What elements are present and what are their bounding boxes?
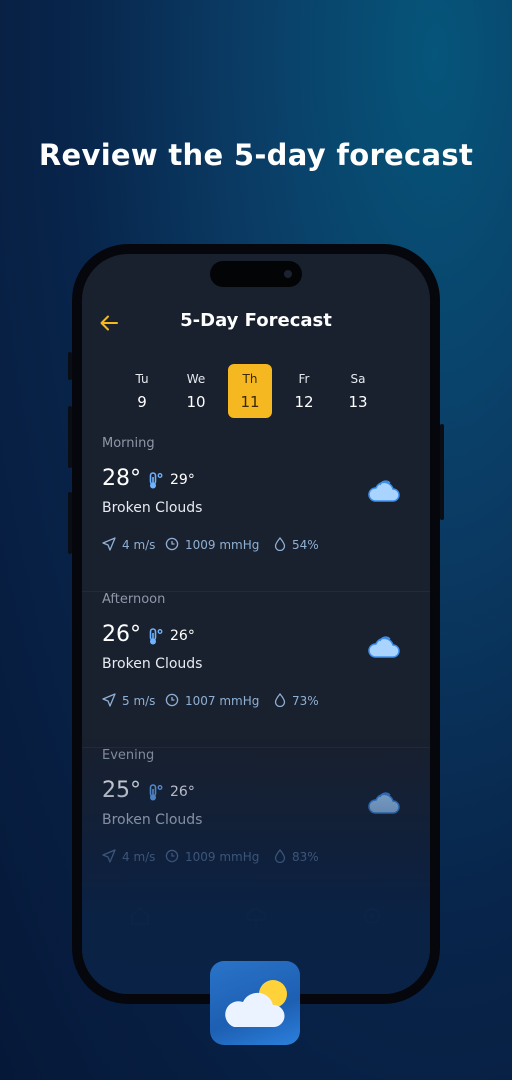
humidity: 73% xyxy=(292,694,319,708)
droplet-icon xyxy=(274,537,286,551)
temperature: 26° xyxy=(102,622,141,647)
navigation-arrow-icon xyxy=(102,537,116,551)
pressure: 1009 mmHg xyxy=(185,538,260,552)
clock-icon xyxy=(165,537,179,551)
cloud-rain-icon[interactable] xyxy=(244,904,268,928)
day-selector: Tu 9 We 10 Th 11 Fr 12 Sa 13 xyxy=(82,364,430,422)
period-label: Evening xyxy=(102,748,155,763)
cloud-icon xyxy=(368,480,400,502)
day-date: 9 xyxy=(137,393,147,411)
day-tab-fr[interactable]: Fr 12 xyxy=(282,364,326,418)
temperature: 25° xyxy=(102,778,141,803)
condition: Broken Clouds xyxy=(102,500,203,516)
condition: Broken Clouds xyxy=(102,656,203,672)
power-button xyxy=(440,424,444,520)
humidity: 83% xyxy=(292,850,319,864)
weather-stats: 4 m/s 1009 mmHg 83% xyxy=(102,848,412,866)
day-date: 12 xyxy=(294,393,314,411)
silent-switch xyxy=(68,352,72,380)
phone-screen: 5-Day Forecast Tu 9 We 10 Th 11 Fr 12 Sa… xyxy=(82,254,430,994)
day-name: Tu xyxy=(135,372,149,386)
day-tab-tu[interactable]: Tu 9 xyxy=(120,364,164,418)
day-tab-th[interactable]: Th 11 xyxy=(228,364,272,418)
clock-icon xyxy=(165,693,179,707)
weather-stats: 5 m/s 1007 mmHg 73% xyxy=(102,692,412,710)
day-tab-sa[interactable]: Sa 13 xyxy=(336,364,380,418)
cloud-icon xyxy=(368,636,400,658)
droplet-icon xyxy=(274,693,286,707)
headline: Review the 5-day forecast xyxy=(38,138,474,172)
feels-like: 29° xyxy=(170,472,195,488)
dynamic-island xyxy=(210,261,302,287)
pressure: 1009 mmHg xyxy=(185,850,260,864)
wind-speed: 4 m/s xyxy=(122,850,156,864)
thermometer-icon xyxy=(149,784,163,801)
gear-icon[interactable] xyxy=(360,904,384,928)
pressure: 1007 mmHg xyxy=(185,694,260,708)
cloud-icon xyxy=(368,792,400,814)
period-label: Morning xyxy=(102,436,155,451)
period-label: Afternoon xyxy=(102,592,166,607)
day-date: 10 xyxy=(186,393,206,411)
temperature: 28° xyxy=(102,466,141,491)
wind-speed: 4 m/s xyxy=(122,538,156,552)
day-name: We xyxy=(186,372,206,386)
volume-down-button xyxy=(68,492,72,554)
bottom-nav xyxy=(82,900,430,940)
day-date: 11 xyxy=(240,393,260,411)
day-tab-we[interactable]: We 10 xyxy=(174,364,218,418)
thermometer-icon xyxy=(149,628,163,645)
day-name: Th xyxy=(242,372,258,386)
wind-speed: 5 m/s xyxy=(122,694,156,708)
page-title: 5-Day Forecast xyxy=(180,310,332,331)
feels-like: 26° xyxy=(170,628,195,644)
day-name: Sa xyxy=(350,372,366,386)
sun-cloud-icon xyxy=(225,980,287,1027)
forecast-period-morning: Morning 28° 29° Broken Clouds 4 m/s 1009… xyxy=(82,436,430,592)
forecast-period-evening: Evening 25° 26° Broken Clouds 4 m/s 1009… xyxy=(82,748,430,904)
thermometer-icon xyxy=(149,472,163,489)
day-date: 13 xyxy=(348,393,368,411)
condition: Broken Clouds xyxy=(102,812,203,828)
clock-icon xyxy=(165,849,179,863)
day-name: Fr xyxy=(298,372,310,386)
humidity: 54% xyxy=(292,538,319,552)
droplet-icon xyxy=(274,849,286,863)
navigation-arrow-icon xyxy=(102,693,116,707)
navigation-arrow-icon xyxy=(102,849,116,863)
weather-stats: 4 m/s 1009 mmHg 54% xyxy=(102,536,412,554)
app-icon xyxy=(210,961,300,1045)
feels-like: 26° xyxy=(170,784,195,800)
volume-up-button xyxy=(68,406,72,468)
phone-frame: 5-Day Forecast Tu 9 We 10 Th 11 Fr 12 Sa… xyxy=(68,244,444,1004)
forecast-period-afternoon: Afternoon 26° 26° Broken Clouds 5 m/s 10… xyxy=(82,592,430,748)
home-icon[interactable] xyxy=(128,904,152,928)
